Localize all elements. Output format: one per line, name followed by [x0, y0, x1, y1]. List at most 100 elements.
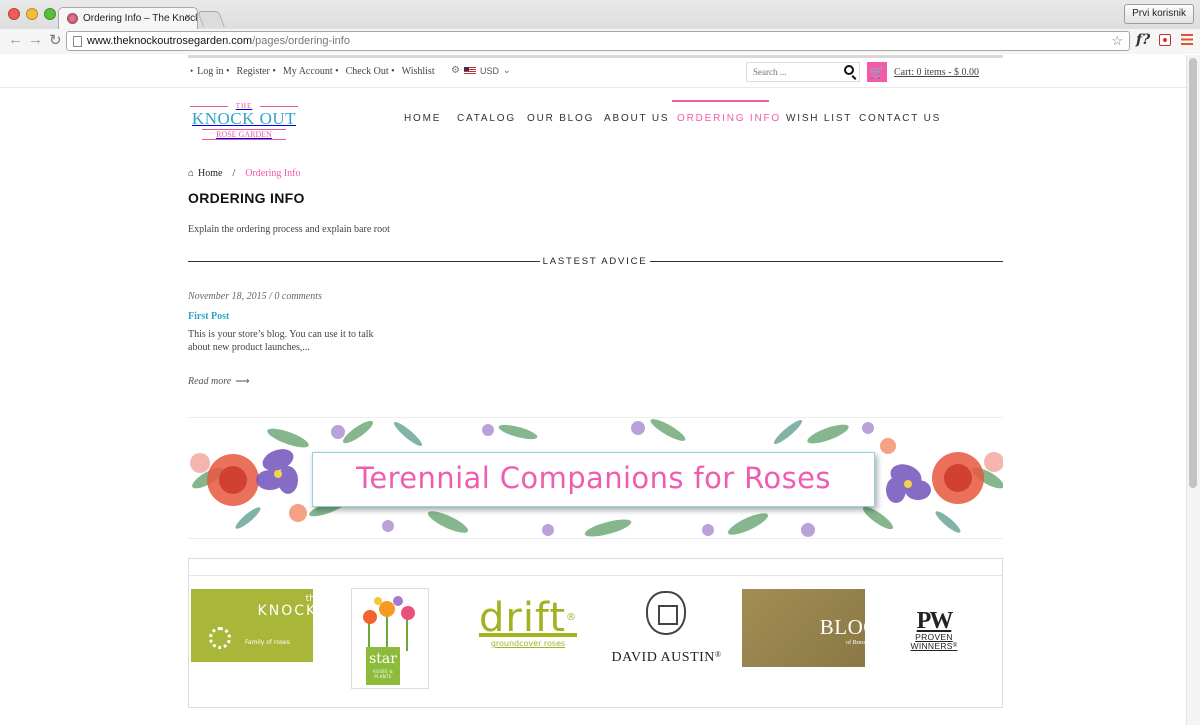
pw-line2-text: WINNERS [910, 641, 953, 651]
chevron-down-icon: ⌄ [502, 65, 511, 75]
brand-knockout-logo[interactable]: the KNOCK OUT® Family of roses [191, 589, 366, 662]
pw-line2: WINNERS® [899, 642, 969, 651]
post-meta: November 18, 2015 / 0 comments [188, 291, 322, 302]
cart-summary-link[interactable]: Cart: 0 items - $ 0.00 [894, 67, 979, 78]
austin-registered: ® [714, 650, 722, 659]
web-page: • Log in • Register • My Account • Check… [0, 55, 1186, 725]
breadcrumb-current: Ordering Info [245, 168, 301, 179]
register-link[interactable]: Register • [237, 66, 276, 77]
page-title: ORDERING INFO [188, 190, 305, 206]
search-icon[interactable] [844, 65, 854, 75]
section-title: LASTEST ADVICE [542, 256, 648, 267]
drift-name: drift® [472, 597, 584, 639]
close-window-button[interactable] [8, 8, 20, 20]
profile-button[interactable]: Prvi korisnik [1124, 4, 1194, 24]
pocket-extension-icon[interactable] [1159, 34, 1171, 46]
window-controls [8, 8, 56, 20]
login-link[interactable]: Log in • [197, 66, 229, 77]
gear-icon: ⚙ [451, 65, 460, 76]
nav-about-us[interactable]: ABOUT US [604, 113, 669, 124]
my-account-link[interactable]: My Account • [283, 66, 339, 77]
logo-sub: ROSE GARDEN [202, 129, 286, 140]
divider-right [650, 261, 1003, 262]
flower-icon [209, 627, 231, 649]
nav-home[interactable]: HOME [404, 113, 441, 124]
crest-icon [646, 591, 686, 635]
tab-title: Ordering Info – The Knock [83, 13, 198, 24]
home-icon: ⌂ [188, 168, 195, 179]
brand-drift-logo[interactable]: drift® groundcover roses [472, 597, 584, 657]
address-bar[interactable]: www.theknockoutrosegarden.com/pages/orde… [66, 31, 1130, 51]
nav-contact-us[interactable]: CONTACT US [859, 113, 941, 124]
intro-text: Explain the ordering process and explain… [188, 224, 390, 235]
read-more-link[interactable]: Read more ⟶ [188, 376, 250, 387]
read-more-label: Read more [188, 376, 232, 387]
favicon-icon [67, 13, 78, 24]
new-tab-button[interactable] [197, 11, 225, 27]
top-stripe [188, 55, 1003, 58]
zoom-window-button[interactable] [44, 8, 56, 20]
austin-name: DAVID AUSTIN® [609, 650, 724, 666]
brand-proven-winners-logo[interactable]: PW PROVEN WINNERS® [899, 609, 969, 659]
minimize-window-button[interactable] [26, 8, 38, 20]
bullet: • [190, 66, 194, 76]
austin-name-text: DAVID AUSTIN [611, 650, 715, 665]
perennials-banner[interactable]: Terennial Companions for Roses [188, 417, 1003, 539]
brand-david-austin-logo[interactable]: DAVID AUSTIN® [609, 589, 724, 669]
browser-menu-icon[interactable] [1181, 34, 1193, 45]
pw-mark: PW [916, 608, 954, 634]
knockout-sub: Family of roses [245, 639, 290, 646]
us-flag-icon [463, 66, 476, 75]
currency-label: USD [479, 65, 499, 76]
site-logo[interactable]: THE KNOCK OUT ROSE GARDEN [188, 102, 300, 144]
brand-blooms-logo[interactable]: BLOOMS of Bressingham [742, 589, 910, 667]
search-input[interactable] [747, 63, 839, 81]
url-path: /pages/ordering-info [252, 35, 350, 47]
toolbar: ← → ↻ www.theknockoutrosegarden.com/page… [0, 29, 1200, 54]
account-links: • Log in • Register • My Account • Check… [190, 66, 442, 77]
arrow-right-icon: ⟶ [235, 376, 250, 387]
browser-chrome: Ordering Info – The Knock × Prvi korisni… [0, 0, 1200, 54]
brands-divider [189, 575, 1002, 576]
knockout-name-text: KNOCK OUT [257, 603, 360, 619]
active-nav-indicator [672, 100, 769, 102]
nav-wish-list[interactable]: WISH LIST [786, 113, 852, 124]
star-label: star ROSES & PLANTS [366, 647, 400, 685]
flowers-icon [363, 596, 415, 651]
star-name: star [369, 651, 397, 667]
breadcrumb-separator: / [232, 168, 236, 179]
banner-title-box: Terennial Companions for Roses [312, 452, 875, 507]
currency-selector[interactable]: ⚙ USD ⌄ [451, 65, 511, 76]
wishlist-link[interactable]: Wishlist [402, 66, 435, 77]
logo-the: THE [188, 102, 300, 110]
nav-ordering-info[interactable]: ORDERING INFO [677, 113, 781, 124]
post-title-link[interactable]: First Post [188, 311, 229, 322]
brand-star-logo[interactable]: star ROSES & PLANTS [351, 588, 429, 689]
tab-close-icon[interactable]: × [185, 12, 191, 23]
star-sub: ROSES & PLANTS [372, 669, 394, 679]
drift-name-text: drift [478, 595, 566, 641]
divider-left [188, 261, 540, 262]
bookmark-star-icon[interactable]: ☆ [1111, 33, 1123, 49]
reload-icon[interactable]: ↻ [49, 31, 62, 49]
brand-logos-carousel: the KNOCK OUT® Family of roses star ROSE… [188, 558, 1003, 708]
logo-main: KNOCK OUT [191, 109, 297, 128]
breadcrumb: ⌂ Home / Ordering Info [188, 168, 301, 179]
url-host: www.theknockoutrosegarden.com [87, 35, 253, 47]
scrollbar-thumb[interactable] [1189, 58, 1197, 488]
back-arrow-icon[interactable]: ← [8, 31, 23, 48]
checkout-link[interactable]: Check Out • [346, 66, 395, 77]
breadcrumb-home-link[interactable]: Home [198, 168, 222, 179]
post-excerpt: This is your store’s blog. You can use i… [188, 329, 374, 353]
font-extension-icon[interactable]: f? [1136, 32, 1150, 48]
pw-registered: ® [952, 643, 958, 649]
topbar-divider [0, 87, 1186, 88]
nav-catalog[interactable]: CATALOG [457, 113, 516, 124]
drift-registered: ® [566, 612, 577, 623]
nav-our-blog[interactable]: OUR BLOG [527, 113, 594, 124]
shopping-cart-icon[interactable]: 🛒 [867, 62, 887, 82]
forward-arrow-icon[interactable]: → [28, 31, 43, 48]
browser-tab[interactable]: Ordering Info – The Knock × [58, 7, 198, 29]
page-icon [73, 36, 82, 47]
search-form [746, 62, 860, 82]
